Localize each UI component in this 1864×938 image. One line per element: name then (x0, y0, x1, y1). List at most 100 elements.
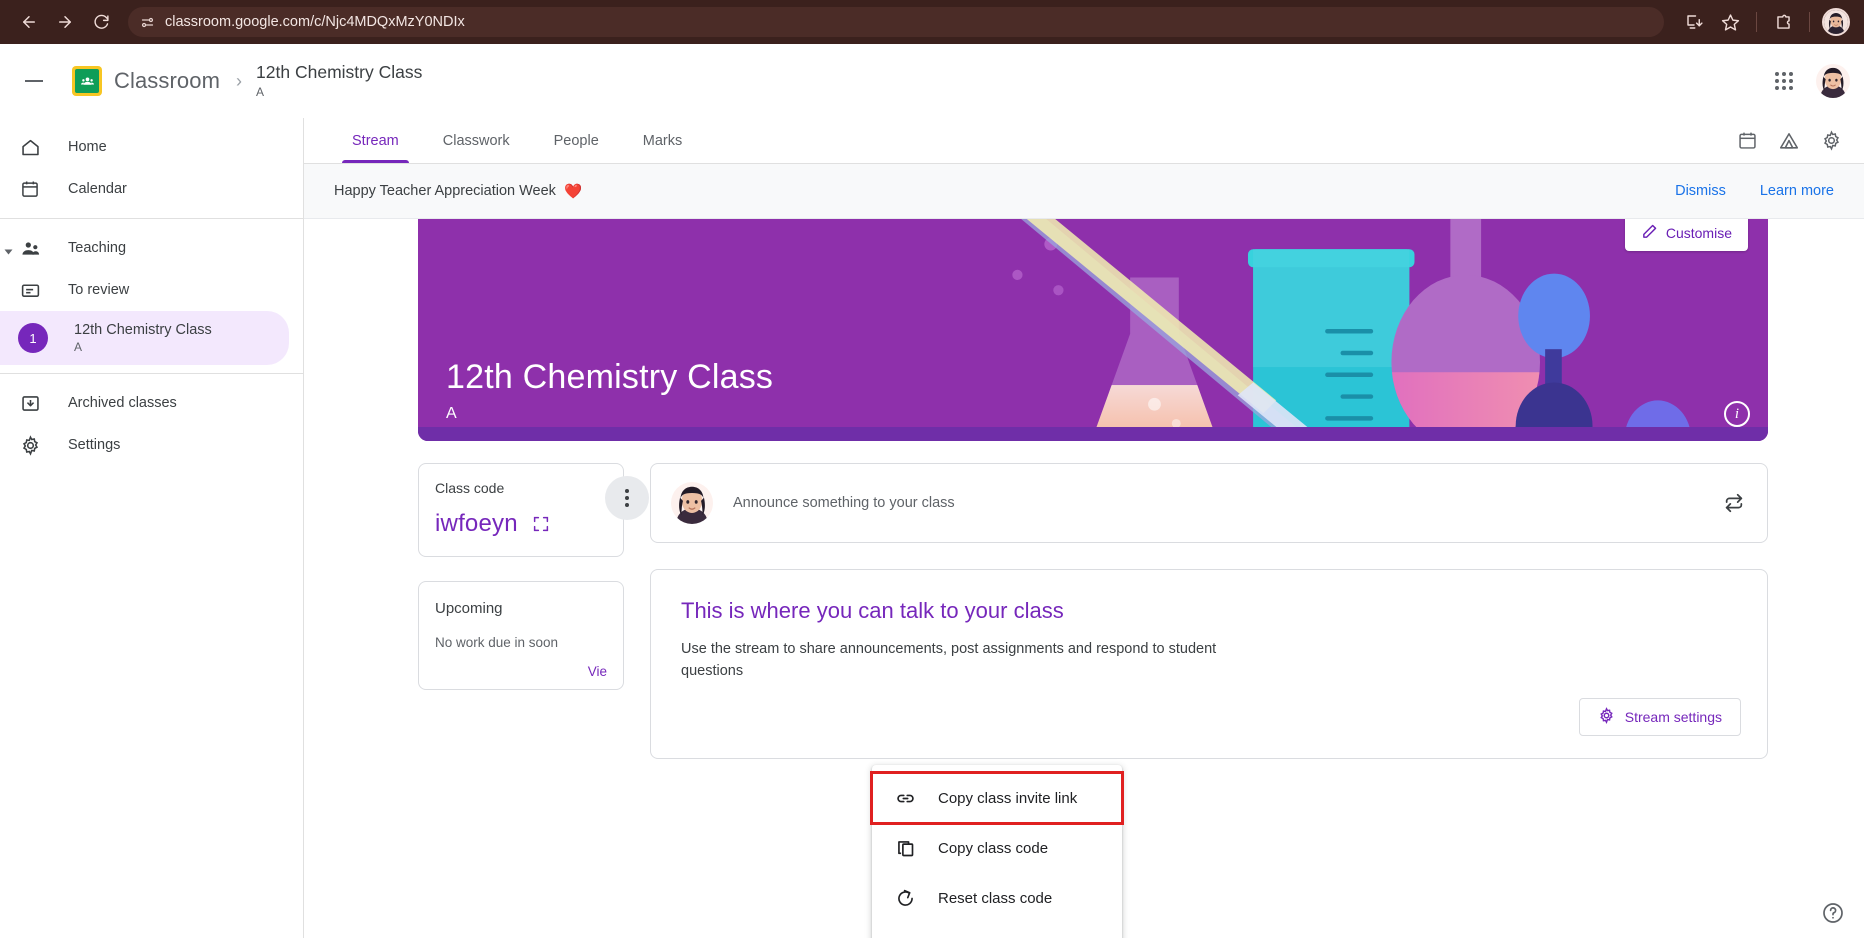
address-bar[interactable]: classroom.google.com/c/Njc4MDQxMzY0NDIx (128, 7, 1664, 37)
expand-icon[interactable] (532, 515, 550, 533)
extensions-puzzle-icon[interactable] (1767, 6, 1799, 38)
announcement-input[interactable]: Announce something to your class (733, 495, 1703, 511)
sidebar-class-title: 12th Chemistry Class (74, 321, 212, 338)
account-avatar[interactable] (1816, 64, 1850, 98)
sidebar-divider-2 (0, 373, 303, 374)
gear-icon[interactable] (1818, 128, 1844, 154)
breadcrumb-separator: › (236, 70, 243, 91)
teaching-icon (18, 238, 42, 259)
menu-item-turn-off[interactable]: Turn off (872, 923, 1122, 938)
classroom-logo-icon (72, 66, 102, 96)
tab-stream[interactable]: Stream (330, 118, 421, 163)
forward-button[interactable] (50, 7, 80, 37)
class-code-menu-button[interactable] (605, 476, 649, 520)
tab-people[interactable]: People (532, 118, 621, 163)
class-code-label: Class code (435, 480, 505, 496)
stream-settings-button[interactable]: Stream settings (1578, 698, 1741, 736)
composer-avatar (671, 482, 713, 524)
bookmark-star-icon[interactable] (1714, 6, 1746, 38)
tab-stream-label: Stream (352, 132, 399, 149)
page-layout: Home Calendar Teaching To review 1 12th … (0, 118, 1864, 938)
right-column: Announce something to your class This is… (650, 463, 1768, 759)
drive-icon[interactable] (1776, 128, 1802, 154)
stream-empty-body: Use the stream to share announcements, p… (681, 641, 1217, 680)
breadcrumb-class-title: 12th Chemistry Class (256, 62, 423, 83)
left-column: Class code iwfoeyn Upcoming No work due … (418, 463, 649, 690)
brand[interactable]: Classroom (72, 66, 220, 96)
breadcrumb-class-section: A (256, 85, 265, 100)
calendar-icon (18, 179, 42, 199)
back-button[interactable] (14, 7, 44, 37)
toolbar-divider (1756, 12, 1757, 32)
view-all-link[interactable]: Vie (435, 664, 607, 679)
learn-more-button[interactable]: Learn more (1760, 183, 1834, 199)
browser-profile-avatar[interactable] (1822, 8, 1850, 36)
upcoming-empty-text: No work due in soon (435, 635, 559, 650)
tab-people-label: People (553, 132, 599, 149)
tabs-actions (1734, 118, 1864, 163)
menu-item-reset-class-code[interactable]: Reset class code (872, 873, 1122, 923)
help-icon[interactable] (1818, 898, 1848, 928)
sidebar-item-12th-chemistry-class[interactable]: 1 12th Chemistry Class A (0, 311, 289, 365)
class-code-dropdown-menu: Copy class invite link Copy class code R… (870, 765, 1124, 938)
install-icon[interactable] (1678, 6, 1710, 38)
upcoming-card: Upcoming No work due in soon Vie (418, 581, 624, 690)
tab-marks[interactable]: Marks (621, 118, 704, 163)
sidebar-item-archived-classes[interactable]: Archived classes (0, 382, 289, 424)
sidebar-label-teaching: Teaching (68, 240, 127, 256)
archive-icon (18, 393, 42, 414)
hero-bottom-strip (418, 427, 1768, 441)
reload-button[interactable] (86, 7, 116, 37)
url-text: classroom.google.com/c/Njc4MDQxMzY0NDIx (165, 14, 465, 30)
pencil-icon (1641, 223, 1658, 243)
menu-item-copy-class-code[interactable]: Copy class code (872, 823, 1122, 873)
site-info-icon[interactable] (140, 15, 155, 30)
main-menu-button[interactable] (10, 57, 58, 105)
main-area: Stream Classwork People Marks Happy Teac… (304, 118, 1864, 938)
menu-label-reset-class-code: Reset class code (938, 889, 1053, 907)
sidebar-item-calendar[interactable]: Calendar (0, 168, 289, 210)
brand-name: Classroom (114, 68, 221, 93)
info-icon[interactable]: i (1724, 401, 1750, 427)
class-code-value[interactable]: iwfoeyn (435, 510, 518, 538)
reset-icon (894, 888, 916, 909)
sidebar-item-to-review[interactable]: To review (0, 269, 289, 311)
home-icon (18, 137, 42, 158)
sidebar-label-home: Home (68, 139, 107, 155)
toolbar-divider-2 (1809, 12, 1810, 32)
hero-class-title: 12th Chemistry Class (446, 358, 774, 396)
sidebar-label-archived: Archived classes (68, 395, 177, 411)
menu-label-copy-class-code: Copy class code (938, 839, 1049, 857)
gear-icon (18, 434, 42, 456)
calendar-icon[interactable] (1734, 128, 1760, 154)
notification-text: Happy Teacher Appreciation Week (334, 183, 556, 199)
breadcrumb-class[interactable]: 12th Chemistry Class A (256, 62, 422, 99)
menu-item-copy-class-invite-link[interactable]: Copy class invite link (870, 771, 1124, 825)
dismiss-button[interactable]: Dismiss (1675, 183, 1726, 199)
sidebar-item-settings[interactable]: Settings (0, 424, 289, 466)
notification-text-wrap: Happy Teacher Appreciation Week ❤️ (334, 183, 582, 200)
chevron-down-icon[interactable] (4, 249, 13, 255)
announcement-composer[interactable]: Announce something to your class (650, 463, 1768, 543)
sidebar-class-section: A (74, 340, 83, 355)
info-glyph: i (1734, 405, 1740, 422)
link-icon (894, 788, 916, 809)
gear-icon (1598, 707, 1615, 727)
reuse-post-icon[interactable] (1723, 492, 1745, 514)
customise-label: Customise (1665, 225, 1732, 241)
sidebar-item-home[interactable]: Home (0, 126, 289, 168)
stream-content: 12th Chemistry Class A Customise i Class… (304, 219, 1864, 938)
tab-classwork-label: Classwork (442, 132, 510, 149)
customise-button[interactable]: Customise (1624, 219, 1748, 251)
tab-classwork[interactable]: Classwork (421, 118, 532, 163)
apps-grid-icon[interactable] (1764, 61, 1804, 101)
tab-marks-label: Marks (642, 132, 683, 149)
sidebar-label-to-review: To review (68, 282, 130, 298)
class-tabs: Stream Classwork People Marks (304, 118, 1864, 164)
upcoming-title: Upcoming (435, 600, 503, 617)
sidebar-divider-1 (0, 218, 303, 219)
class-hero-banner: 12th Chemistry Class A Customise i (418, 219, 1768, 441)
class-code-row: iwfoeyn (435, 510, 609, 538)
sidebar-item-teaching[interactable]: Teaching (0, 227, 289, 269)
browser-actions (1678, 6, 1850, 38)
